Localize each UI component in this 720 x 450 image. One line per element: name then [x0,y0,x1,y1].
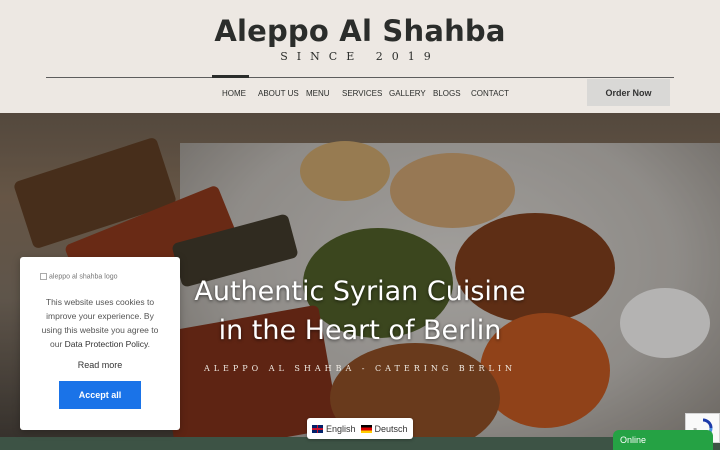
read-more-link[interactable]: Read more [40,360,160,370]
language-switcher: English Deutsch [307,418,413,439]
nav-item-about-us[interactable]: ABOUT US [258,89,306,98]
nav-item-services[interactable]: SERVICES [342,89,389,98]
nav-item-menu[interactable]: MENU [306,89,342,98]
cookie-message: This website uses cookies to improve you… [40,295,160,351]
nav-active-indicator [212,75,249,78]
data-protection-link[interactable]: Data Protection Policy [65,339,148,349]
online-chat-widget[interactable]: Online [613,430,713,450]
language-option-deutsch[interactable]: Deutsch [356,424,408,434]
main-nav: HOME ABOUT US MENU SERVICES GALLERY BLOG… [210,89,509,98]
german-flag-icon [360,424,372,433]
order-now-button[interactable]: Order Now [587,79,670,106]
broken-image-icon [40,273,47,280]
nav-divider [46,77,674,78]
cookie-message-end: . [147,339,151,349]
language-option-english[interactable]: English [307,424,356,434]
nav-item-blogs[interactable]: BLOGS [433,89,471,98]
hero-title-line2: in the Heart of Berlin [218,315,502,346]
nav-item-contact[interactable]: CONTACT [471,89,509,98]
cookie-notice: aleppo al shahba logo This website uses … [20,257,180,430]
hero-title-line1: Authentic Syrian Cuisine [194,276,526,307]
accept-all-button[interactable]: Accept all [59,381,141,409]
nav-item-home[interactable]: HOME [210,89,258,98]
site-subtitle: SINCE 2019 [280,50,440,63]
language-label-deutsch: Deutsch [374,423,408,434]
site-title[interactable]: Aleppo Al Shahba [0,14,720,48]
uk-flag-icon [312,424,323,433]
language-label-english: English [326,423,356,434]
cookie-logo-image: aleppo al shahba logo [40,273,160,283]
site-header: Aleppo Al Shahba SINCE 2019 HOME ABOUT U… [0,0,720,113]
hero-title: Authentic Syrian Cuisine in the Heart of… [160,272,560,350]
hero-subtitle: ALEPPO AL SHAHBA - CATERING BERLIN [203,364,517,373]
cookie-logo-alt: aleppo al shahba logo [49,273,118,281]
nav-item-gallery[interactable]: GALLERY [389,89,433,98]
